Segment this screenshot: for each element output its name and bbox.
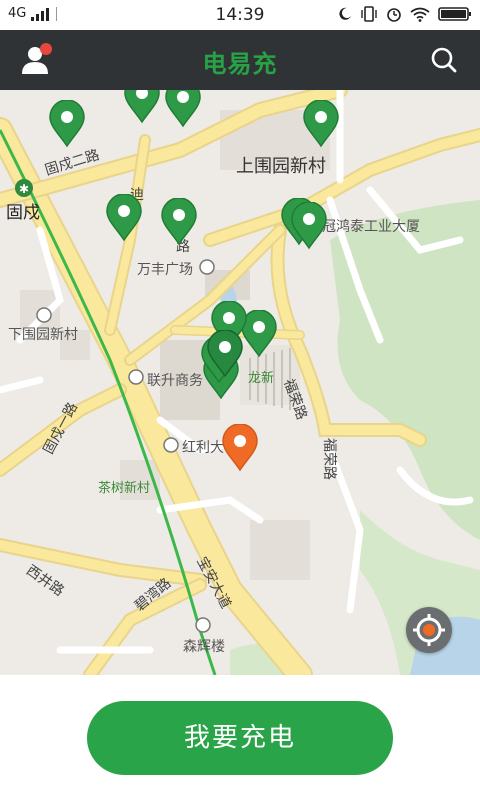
status-bar: 4G 14:39 [0,0,480,30]
start-charging-button[interactable]: 我要充电 [87,701,393,775]
search-icon [431,47,457,73]
label-shangweiyuan: 上围园新村 [236,156,326,177]
search-button[interactable] [428,44,460,76]
map-view[interactable]: ✱ 上围园新村 固戍 冠鸿泰工业大厦 万丰广场 下围园新村 联升商务 龙新 红利… [0,90,480,675]
label-liansheng: 联升商务 [147,373,203,389]
charger-pin[interactable] [123,90,161,124]
senhui-poi-icon [195,617,211,633]
building-poi-icon [163,437,179,453]
road-label-furong-2: 福荣路 [321,438,337,480]
map-marker-icon [124,90,160,124]
charger-pin[interactable] [160,197,198,246]
charger-pin[interactable] [48,99,86,148]
map-marker-icon [49,99,85,148]
battery-icon [438,7,471,21]
locate-icon [413,614,445,646]
label-xiaweiyuan: 下围园新村 [8,327,78,343]
map-marker-icon [291,201,327,250]
bottom-panel: 我要充电 [0,675,480,800]
app-title: 电易充 [202,50,278,78]
selected-charger-pin[interactable] [221,423,259,472]
charger-pin[interactable] [164,90,202,128]
label-senhui: 森辉楼 [183,639,225,655]
alarm-icon [387,8,401,22]
map-marker-icon [165,90,201,128]
charger-pin[interactable] [302,99,340,148]
label-hongli: 红利大 [182,440,224,456]
vibrate-icon [361,6,377,22]
app-header: 电易充 [0,30,480,90]
office-poi-icon [128,369,144,385]
label-guxu: 固戍 [6,203,40,223]
map-marker-icon [207,329,243,378]
map-marker-icon [106,193,142,242]
label-wanfeng: 万丰广场 [137,262,193,278]
wifi-icon [410,7,430,22]
charger-pin[interactable] [206,329,244,378]
map-marker-icon [303,99,339,148]
mall-poi-icon [199,259,215,275]
locate-me-button[interactable] [406,607,452,653]
village-poi-icon [36,307,52,323]
charger-pin[interactable] [105,193,143,242]
map-marker-icon [222,423,258,472]
moon-icon [339,7,351,20]
label-longxin: 龙新 [248,371,275,386]
metro-station-icon: ✱ [15,179,33,197]
charger-pin[interactable] [290,201,328,250]
label-guanhongtai: 冠鸿泰工业大厦 [322,219,420,235]
status-right [338,6,472,22]
map-marker-icon [161,197,197,246]
label-chashu: 茶树新村 [98,481,151,496]
svg-text:✱: ✱ [19,182,29,196]
